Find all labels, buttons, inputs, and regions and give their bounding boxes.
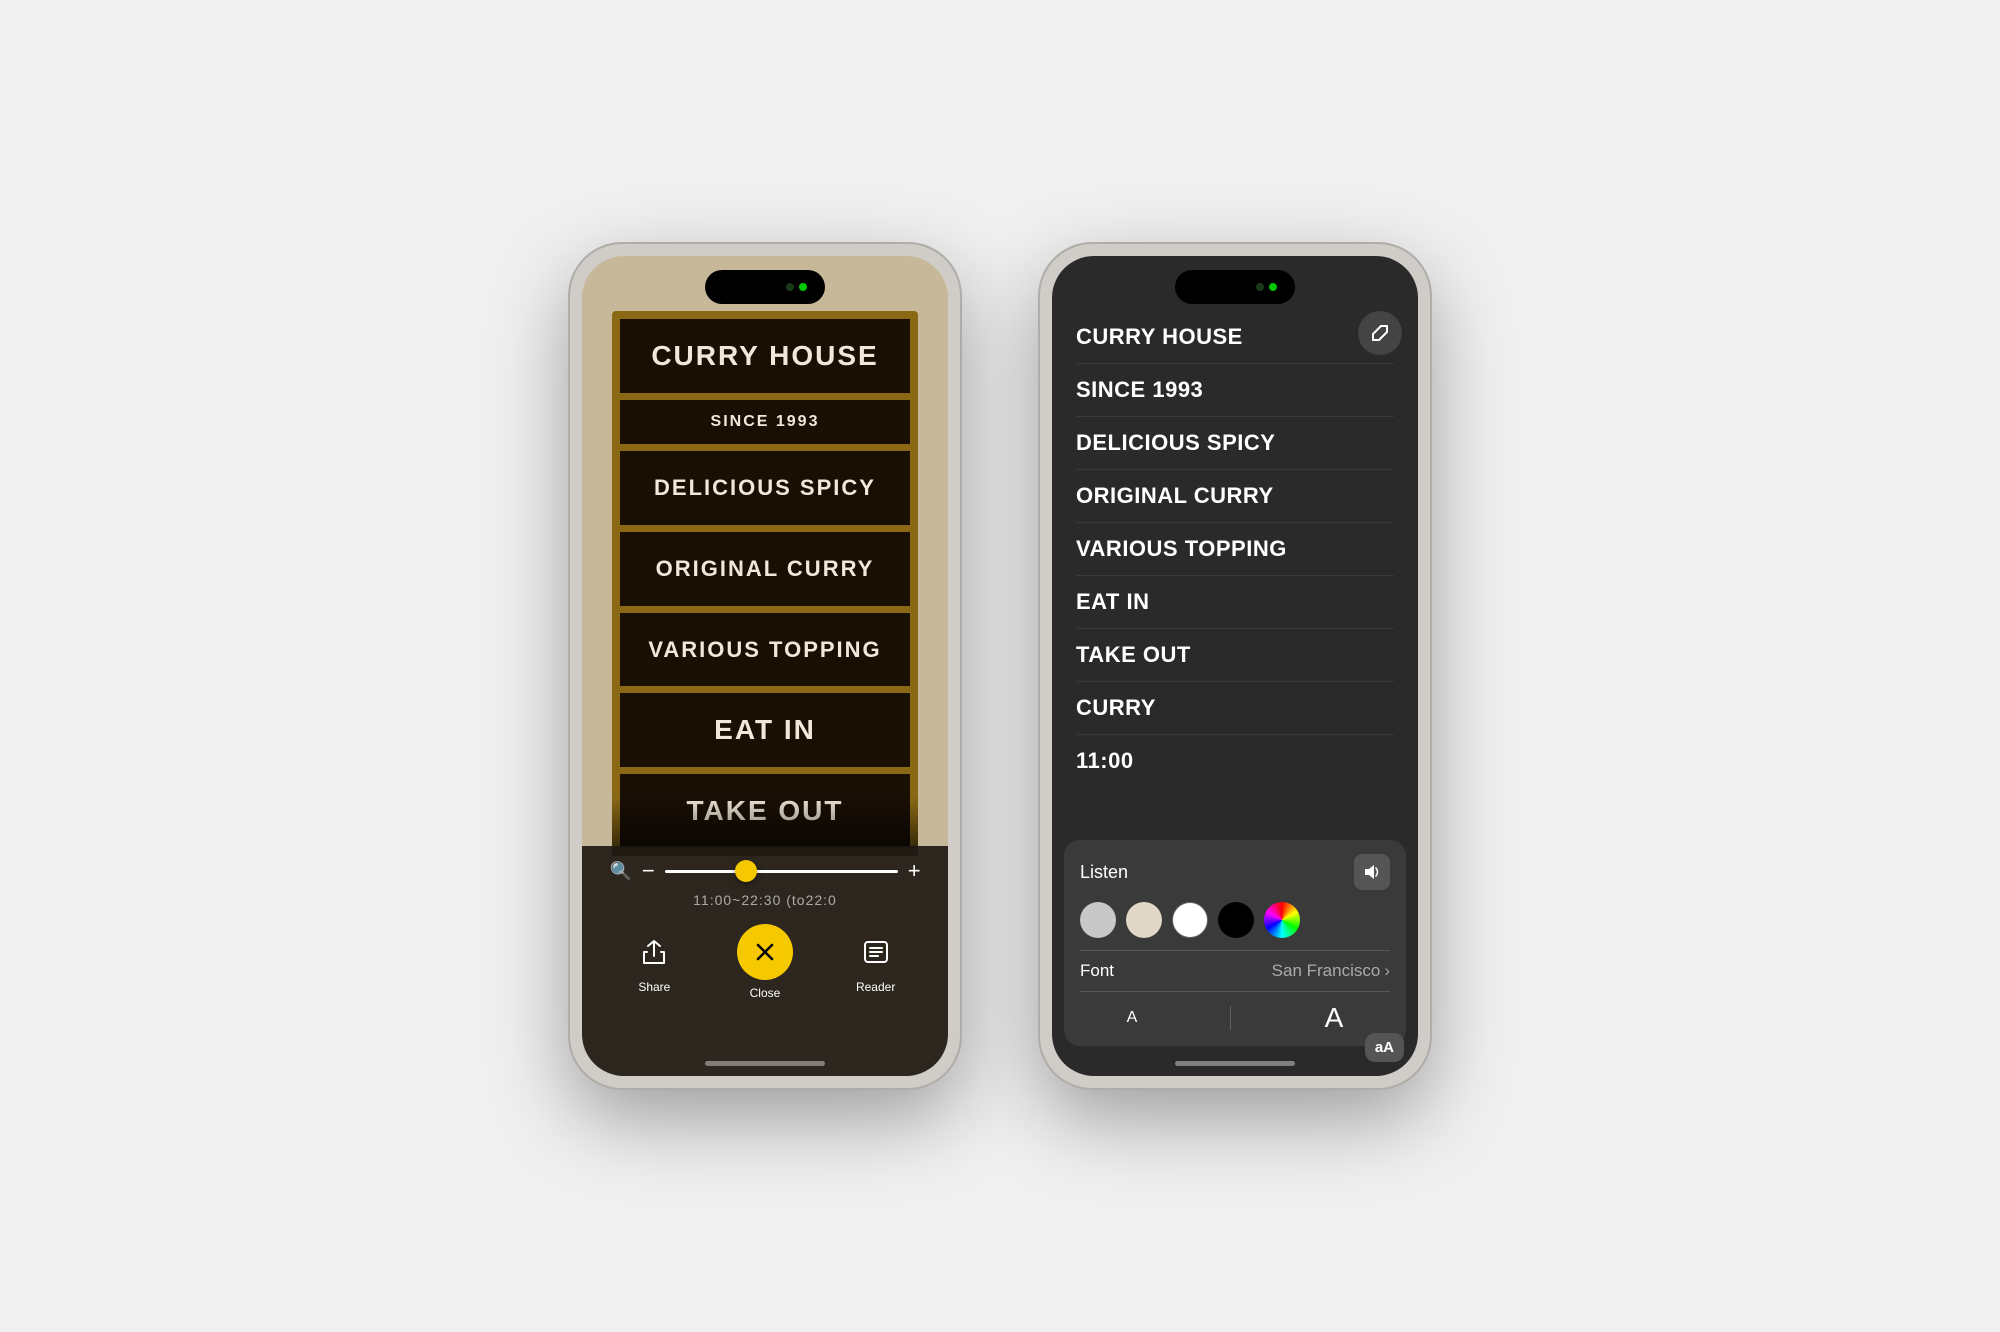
dynamic-island-2 — [1175, 270, 1295, 304]
zoom-minus[interactable]: − — [642, 858, 655, 884]
home-indicator-1 — [705, 1061, 825, 1066]
listen-label: Listen — [1080, 862, 1128, 883]
sign-row-take-out: TAKE OUT — [618, 772, 912, 850]
list-item[interactable]: TAKE OUT — [1076, 629, 1394, 682]
sign-row-eat-in: EAT IN — [618, 691, 912, 769]
sign-text-eat-in: EAT IN — [714, 714, 816, 746]
listen-row: Listen — [1080, 854, 1390, 890]
list-item[interactable]: DELICIOUS SPICY — [1076, 417, 1394, 470]
sign-row-since: SINCE 1993 — [618, 398, 912, 446]
zoom-icon: 🔍 — [609, 861, 631, 882]
list-item[interactable]: VARIOUS TOPPING — [1076, 523, 1394, 576]
font-row[interactable]: Font San Francisco › — [1080, 961, 1390, 981]
sign-text-curry-house: CURRY HOUSE — [651, 340, 878, 372]
divider-1 — [1080, 950, 1390, 951]
color-swatch-white[interactable] — [1172, 902, 1208, 938]
home-indicator-2 — [1175, 1061, 1295, 1066]
sign-row-original: ORIGINAL CURRY — [618, 530, 912, 608]
list-item[interactable]: 11:00 — [1076, 735, 1394, 787]
color-swatch-gray2[interactable] — [1126, 902, 1162, 938]
phone-1-screen: CURRY HOUSE SINCE 1993 DELICIOUS SPICY O… — [582, 256, 948, 1076]
aa-button[interactable]: aA — [1365, 1033, 1404, 1062]
zoom-bar-row: 🔍 − + — [609, 858, 920, 884]
sign-text-take-out: TAKE OUT — [686, 795, 843, 827]
list-item-label: ORIGINAL CURRY — [1076, 483, 1274, 508]
sign-row-curry-house: CURRY HOUSE — [618, 317, 912, 395]
zoom-thumb[interactable] — [735, 860, 757, 882]
sign-text-delicious: DELICIOUS SPICY — [654, 475, 876, 501]
list-item[interactable]: SINCE 1993 — [1076, 364, 1394, 417]
share-label: Share — [638, 980, 670, 994]
di-dot-1 — [786, 283, 794, 291]
list-item-label: CURRY HOUSE — [1076, 324, 1243, 349]
di-dot-green-2 — [1269, 283, 1277, 291]
sign-container: CURRY HOUSE SINCE 1993 DELICIOUS SPICY O… — [612, 311, 918, 856]
list-item-label: TAKE OUT — [1076, 642, 1191, 667]
color-picker-row — [1080, 902, 1390, 938]
sign-row-delicious: DELICIOUS SPICY — [618, 449, 912, 527]
sign-text-original: ORIGINAL CURRY — [656, 556, 875, 582]
reader-label: Reader — [856, 980, 895, 994]
size-divider — [1230, 1006, 1231, 1030]
list-item[interactable]: CURRY HOUSE — [1076, 311, 1394, 364]
reader-button[interactable]: Reader — [854, 930, 898, 994]
sign-row-various: VARIOUS TOPPING — [618, 611, 912, 689]
font-value: San Francisco › — [1272, 961, 1390, 981]
close-button[interactable]: Close — [737, 924, 793, 1000]
list-item[interactable]: ORIGINAL CURRY — [1076, 470, 1394, 523]
font-label: Font — [1080, 961, 1114, 981]
color-swatch-rainbow[interactable] — [1264, 902, 1300, 938]
list-item-label: VARIOUS TOPPING — [1076, 536, 1287, 561]
list-item[interactable]: EAT IN — [1076, 576, 1394, 629]
phone-2: CURRY HOUSE SINCE 1993 DELICIOUS SPICY O… — [1040, 244, 1430, 1088]
di-dot-green-1 — [799, 283, 807, 291]
color-swatch-gray1[interactable] — [1080, 902, 1116, 938]
close-icon — [737, 924, 793, 980]
font-size-row: A A — [1080, 1002, 1390, 1034]
zoom-plus[interactable]: + — [908, 858, 921, 884]
list-item-label: SINCE 1993 — [1076, 377, 1203, 402]
detected-text-preview: 11:00~22:30 (to22:0 — [693, 892, 837, 908]
list-item-label: DELICIOUS SPICY — [1076, 430, 1275, 455]
color-swatch-black[interactable] — [1218, 902, 1254, 938]
font-name: San Francisco — [1272, 961, 1381, 981]
listen-speaker-icon[interactable] — [1354, 854, 1390, 890]
sign-text-since: SINCE 1993 — [711, 413, 820, 431]
dynamic-island-1 — [705, 270, 825, 304]
list-item-label: EAT IN — [1076, 589, 1149, 614]
font-size-decrease[interactable]: A — [1127, 1009, 1138, 1027]
listen-panel: Listen Font San Francisc — [1064, 840, 1406, 1046]
list-item[interactable]: CURRY — [1076, 682, 1394, 735]
list-item-label: 11:00 — [1076, 748, 1134, 773]
share-button[interactable]: Share — [632, 930, 676, 994]
zoom-track[interactable] — [665, 870, 898, 873]
phone-1: CURRY HOUSE SINCE 1993 DELICIOUS SPICY O… — [570, 244, 960, 1088]
bottom-buttons-row: Share Close — [582, 924, 948, 1000]
font-size-increase[interactable]: A — [1325, 1002, 1344, 1034]
share-icon — [632, 930, 676, 974]
sign-text-various: VARIOUS TOPPING — [648, 637, 881, 663]
di-dot-2 — [1256, 283, 1264, 291]
list-item-label: CURRY — [1076, 695, 1156, 720]
font-chevron-icon: › — [1384, 961, 1390, 981]
close-label: Close — [750, 986, 781, 1000]
text-list: CURRY HOUSE SINCE 1993 DELICIOUS SPICY O… — [1052, 311, 1418, 787]
reader-icon — [854, 930, 898, 974]
divider-2 — [1080, 991, 1390, 992]
phone-2-screen: CURRY HOUSE SINCE 1993 DELICIOUS SPICY O… — [1052, 256, 1418, 1076]
bottom-controls: 🔍 − + 11:00~22:30 (to22:0 Share — [582, 846, 948, 1076]
